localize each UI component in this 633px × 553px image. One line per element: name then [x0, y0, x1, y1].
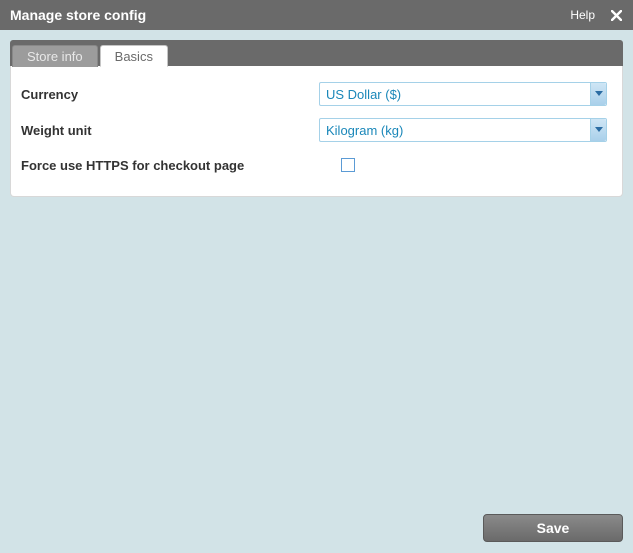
settings-panel: Currency US Dollar ($) Weight unit Kilog… [10, 66, 623, 197]
tab-label: Basics [115, 49, 153, 64]
row-weight-unit: Weight unit Kilogram (kg) [19, 112, 614, 148]
spacer [10, 197, 623, 503]
tab-basics[interactable]: Basics [100, 45, 168, 67]
footer: Save [0, 513, 633, 553]
dialog-title: Manage store config [10, 7, 570, 23]
currency-cell: US Dollar ($) [319, 82, 614, 106]
force-https-cell [319, 158, 614, 172]
content-area: Store info Basics Currency US Dollar ($) [0, 30, 633, 513]
tab-store-info[interactable]: Store info [12, 45, 98, 67]
currency-value: US Dollar ($) [319, 82, 607, 106]
weight-unit-cell: Kilogram (kg) [319, 118, 614, 142]
row-force-https: Force use HTTPS for checkout page [19, 148, 614, 182]
currency-label: Currency [19, 87, 319, 102]
tabbar: Store info Basics [10, 40, 623, 66]
weight-unit-label: Weight unit [19, 123, 319, 138]
currency-select[interactable]: US Dollar ($) [319, 82, 607, 106]
row-currency: Currency US Dollar ($) [19, 76, 614, 112]
close-icon[interactable] [609, 8, 623, 22]
force-https-checkbox[interactable] [341, 158, 355, 172]
titlebar: Manage store config Help [0, 0, 633, 30]
config-dialog: Manage store config Help Store info Basi… [0, 0, 633, 553]
tab-label: Store info [27, 49, 83, 64]
weight-unit-value: Kilogram (kg) [319, 118, 607, 142]
save-button-label: Save [537, 520, 570, 536]
help-link[interactable]: Help [570, 8, 595, 22]
weight-unit-select[interactable]: Kilogram (kg) [319, 118, 607, 142]
force-https-label: Force use HTTPS for checkout page [19, 158, 319, 173]
save-button[interactable]: Save [483, 514, 623, 542]
